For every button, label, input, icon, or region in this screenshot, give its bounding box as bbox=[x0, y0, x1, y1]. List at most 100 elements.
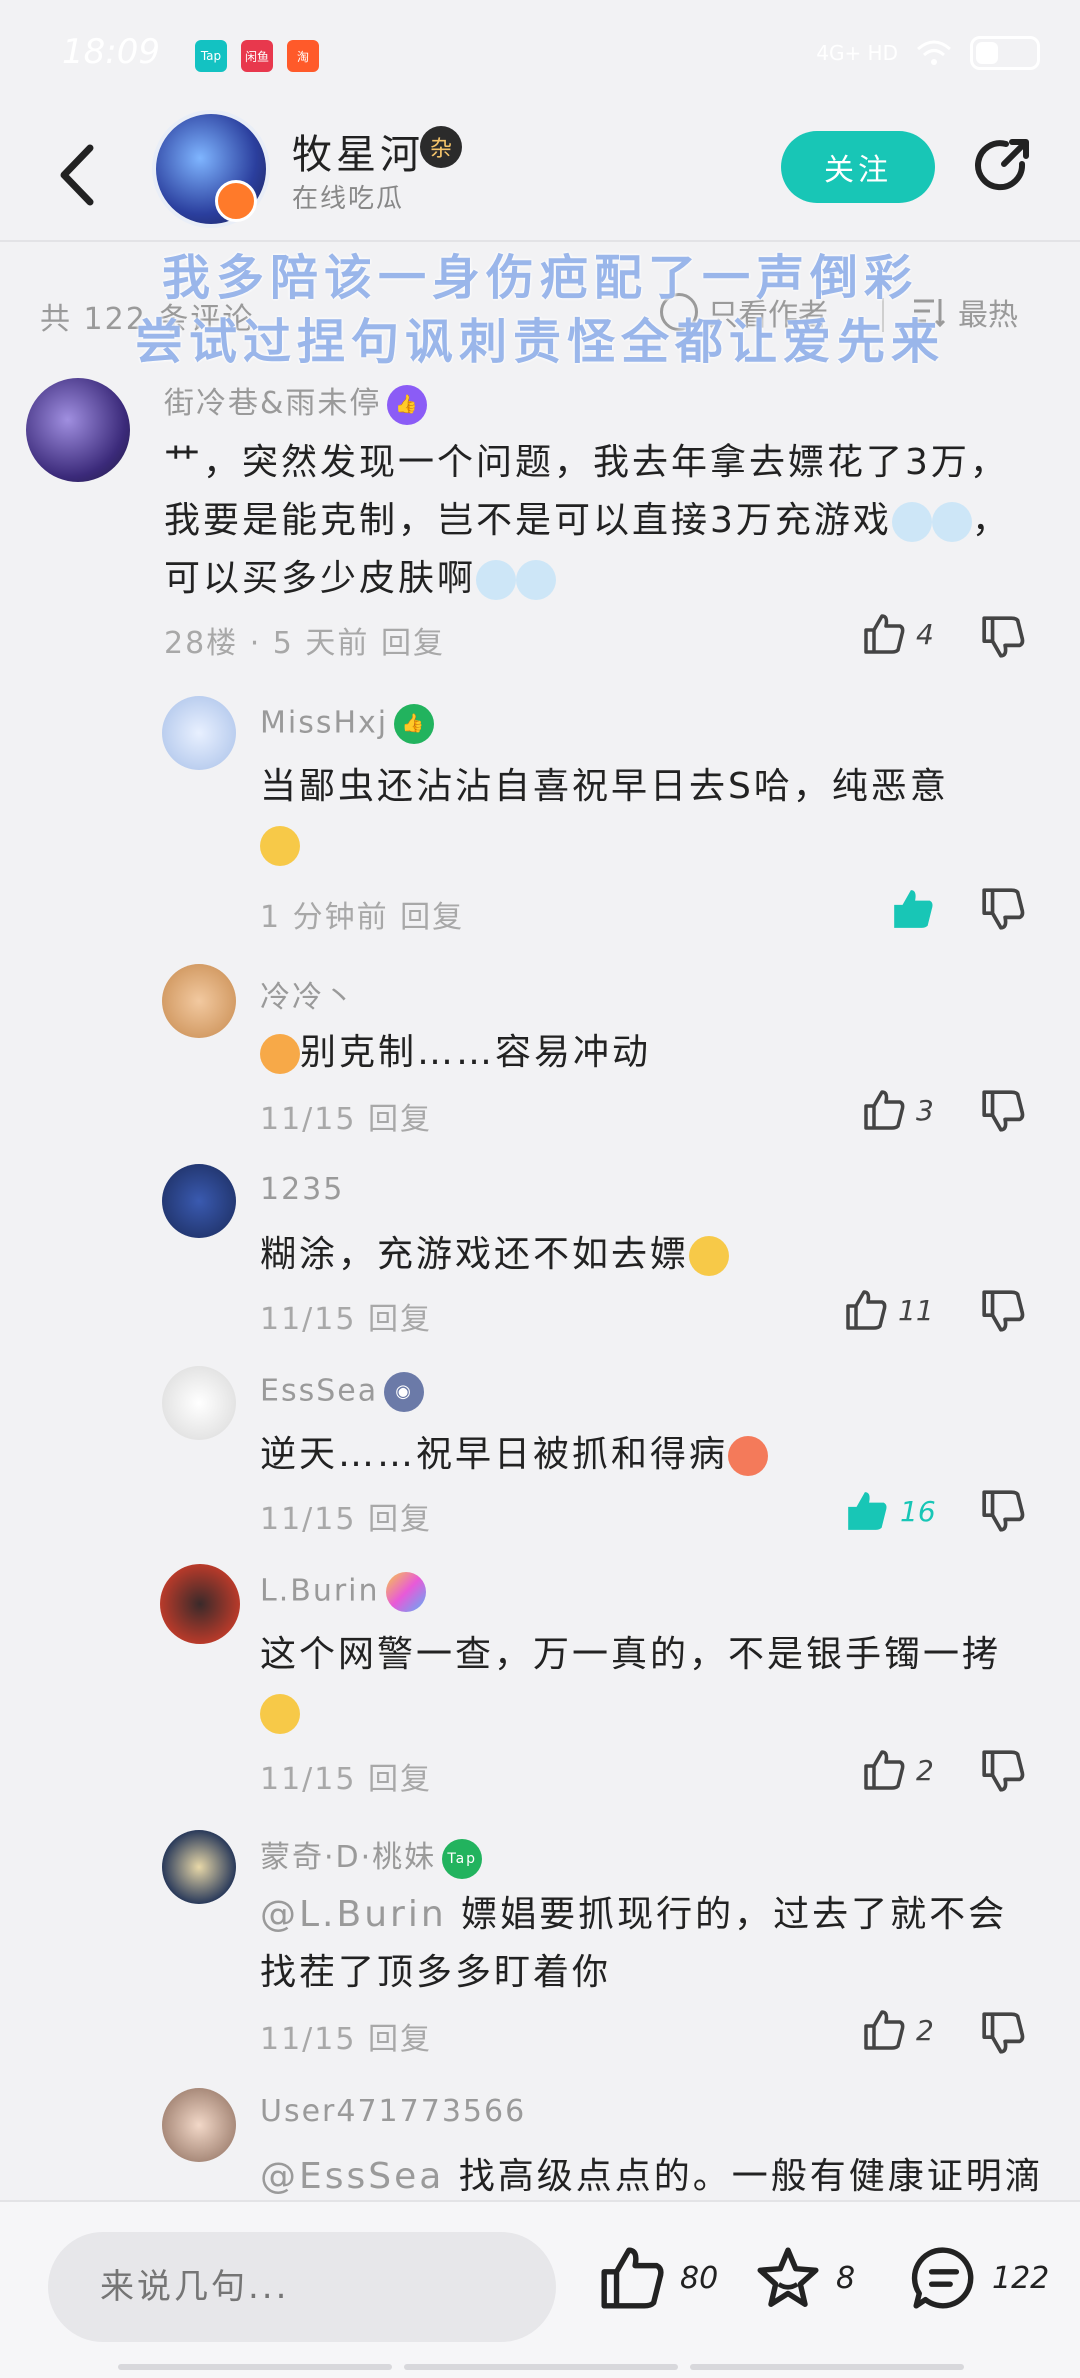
comment-bubble-icon bbox=[911, 2247, 974, 2309]
status-right: 4G+ HD bbox=[816, 36, 1040, 70]
commenter-avatar[interactable] bbox=[162, 1366, 236, 1440]
radio-icon bbox=[660, 293, 698, 331]
comment-author-name: MissHxj bbox=[260, 705, 389, 741]
like-button[interactable]: 3 bbox=[862, 1088, 934, 1132]
comment-input[interactable] bbox=[48, 2232, 556, 2342]
comment-text-main: 艹，突然发现一个问题，我去年拿去嫖花了3万，我要是能克制，岂不是可以直接3万充游… bbox=[164, 442, 1009, 541]
author-only-label: 只看作者 bbox=[708, 298, 828, 333]
commenter-avatar[interactable] bbox=[162, 696, 236, 770]
thumbs-down-icon[interactable] bbox=[980, 2010, 1026, 2056]
like-badge-icon: 👍 bbox=[387, 384, 428, 425]
taptap-app-icon: Tap bbox=[195, 40, 227, 72]
follow-button[interactable]: 关注 bbox=[781, 131, 935, 203]
commenter-avatar[interactable] bbox=[26, 378, 130, 482]
like-button[interactable] bbox=[890, 886, 946, 932]
network-label: 4G+ HD bbox=[816, 41, 898, 65]
like-count: 16 bbox=[900, 1494, 936, 1528]
comment-meta: 11/15 回复 bbox=[260, 1502, 432, 1537]
comment-author-name[interactable]: User471773566 bbox=[260, 2094, 526, 2129]
sort-hot-button[interactable]: 最热 bbox=[912, 290, 1018, 334]
comment-text: @EssSea 找高级点点的。一般有健康证明滴 bbox=[260, 2148, 1040, 2200]
like-count: 11 bbox=[898, 1293, 934, 1327]
author-only-toggle[interactable]: 只看作者 bbox=[660, 290, 828, 334]
like-badge-icon: 👍 bbox=[394, 704, 435, 744]
game-badge-icon: ◉ bbox=[384, 1372, 425, 1412]
comment-author-name: 蒙奇·D·桃妹 bbox=[260, 1840, 437, 1875]
thumbs-up-icon bbox=[864, 614, 905, 654]
thumbs-down-icon[interactable] bbox=[980, 614, 1026, 660]
comment-filter-bar: 共 122 条评论 只看作者 最热 bbox=[0, 268, 1080, 358]
thumbs-down-icon[interactable] bbox=[980, 1488, 1026, 1534]
comment-author[interactable]: MissHxj 👍 bbox=[260, 704, 435, 744]
thumbs-up-icon bbox=[846, 1290, 887, 1330]
comment-text-main: 找高级点点的。一般有健康证明滴 bbox=[458, 2156, 1040, 2197]
commenter-avatar[interactable] bbox=[162, 2088, 236, 2162]
comment-text: 糊涂，充游戏还不如去嫖 bbox=[260, 1226, 1030, 1284]
bottom-action-bar: 80 8 122 bbox=[0, 2200, 1080, 2378]
comment-total-count: 122 bbox=[992, 2260, 1050, 2296]
thumbs-up-icon bbox=[864, 1750, 905, 1790]
thumbs-up-icon bbox=[601, 2247, 664, 2309]
comment-mention[interactable]: @EssSea bbox=[260, 2156, 444, 2197]
like-button[interactable]: 11 bbox=[844, 1288, 934, 1332]
commenter-avatar[interactable] bbox=[160, 1564, 240, 1644]
emoji-icon bbox=[516, 560, 557, 600]
comment-text: 逆天……祝早日被抓和得病 bbox=[260, 1426, 1030, 1484]
thumbs-down-icon[interactable] bbox=[980, 1088, 1026, 1134]
avatar-verified-badge bbox=[215, 180, 257, 222]
comment-author-name[interactable]: 冷冷丶 bbox=[260, 972, 356, 1016]
commenter-avatar[interactable] bbox=[162, 1164, 236, 1238]
comment-text-main: 别克制……容易冲动 bbox=[300, 1032, 652, 1073]
wifi-icon bbox=[917, 40, 951, 65]
taobao-app-icon: 淘 bbox=[287, 40, 319, 72]
thumbs-down-icon[interactable] bbox=[980, 886, 1026, 932]
comment-mention[interactable]: @L.Burin bbox=[260, 1894, 447, 1935]
author-level-badge: 杂 bbox=[420, 126, 462, 168]
like-count: 2 bbox=[916, 2013, 934, 2047]
comment-button[interactable]: 122 bbox=[910, 2244, 1049, 2312]
like-button[interactable]: 16 bbox=[844, 1488, 936, 1534]
emoji-icon bbox=[260, 1034, 300, 1074]
comment-author-name: 街冷巷&雨未停 bbox=[164, 386, 382, 421]
taptap-badge-icon: Tap bbox=[442, 1838, 483, 1879]
sort-label: 最热 bbox=[958, 298, 1018, 333]
like-button[interactable]: 2 bbox=[862, 1748, 934, 1792]
comment-author[interactable]: EssSea ◉ bbox=[260, 1372, 425, 1412]
comment-author[interactable]: 蒙奇·D·桃妹 Tap bbox=[260, 1832, 483, 1879]
author-name[interactable]: 牧星河 bbox=[292, 122, 424, 180]
thumbs-up-icon bbox=[864, 2010, 905, 2050]
like-button[interactable]: 4 bbox=[862, 612, 934, 656]
thumbs-up-filled-icon bbox=[894, 890, 933, 928]
status-time: 18:09 bbox=[62, 32, 160, 72]
battery-icon bbox=[970, 36, 1040, 70]
emoji-icon bbox=[476, 560, 517, 600]
comment-meta: 11/15 回复 bbox=[260, 1102, 432, 1137]
thumbs-down-icon[interactable] bbox=[980, 1288, 1026, 1334]
comment-text: 当鄙虫还沾沾自喜祝早日去S哈，纯恶意 bbox=[260, 758, 1030, 874]
status-bar: 18:09 Tap 闲鱼 淘 4G+ HD bbox=[0, 0, 1080, 110]
comment-author-name[interactable]: 1235 bbox=[260, 1172, 344, 1207]
xianyu-app-icon: 闲鱼 bbox=[241, 40, 273, 72]
post-like-button[interactable]: 80 bbox=[598, 2244, 718, 2312]
emoji-icon bbox=[260, 826, 300, 866]
share-icon[interactable] bbox=[970, 134, 1034, 198]
sort-divider bbox=[882, 298, 884, 332]
comment-author[interactable]: 街冷巷&雨未停 👍 bbox=[164, 378, 428, 425]
star-icon bbox=[757, 2247, 819, 2307]
like-count: 2 bbox=[916, 1753, 934, 1787]
comment-text: 这个网警一查，万一真的，不是银手镯一拷 bbox=[260, 1626, 1030, 1742]
emoji-icon bbox=[891, 502, 932, 542]
commenter-avatar[interactable] bbox=[162, 964, 236, 1038]
like-button[interactable]: 2 bbox=[862, 2008, 934, 2052]
back-icon[interactable] bbox=[50, 140, 110, 210]
comment-meta: 1 分钟前 回复 bbox=[260, 900, 465, 935]
like-count: 4 bbox=[916, 617, 934, 651]
header-divider bbox=[0, 240, 1080, 242]
comment-author-name: EssSea bbox=[260, 1373, 379, 1409]
comment-text-main: 当鄙虫还沾沾自喜祝早日去S哈，纯恶意 bbox=[260, 766, 949, 807]
comment-author[interactable]: L.Burin bbox=[260, 1572, 426, 1612]
favorite-button[interactable]: 8 bbox=[754, 2244, 855, 2312]
commenter-avatar[interactable] bbox=[162, 1830, 236, 1904]
comment-author-name: L.Burin bbox=[260, 1573, 380, 1609]
thumbs-down-icon[interactable] bbox=[980, 1748, 1026, 1794]
